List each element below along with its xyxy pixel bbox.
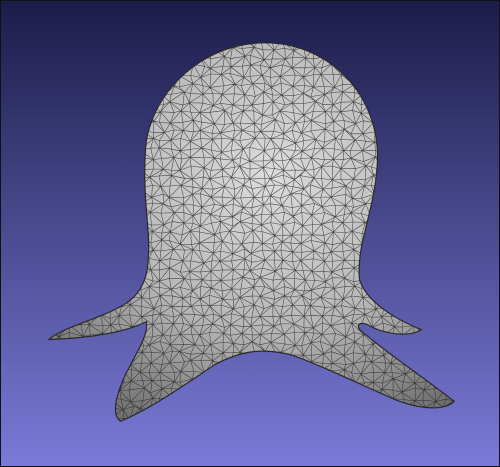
3d-viewport[interactable] bbox=[0, 0, 500, 467]
mesh-render-canvas[interactable] bbox=[1, 1, 499, 466]
